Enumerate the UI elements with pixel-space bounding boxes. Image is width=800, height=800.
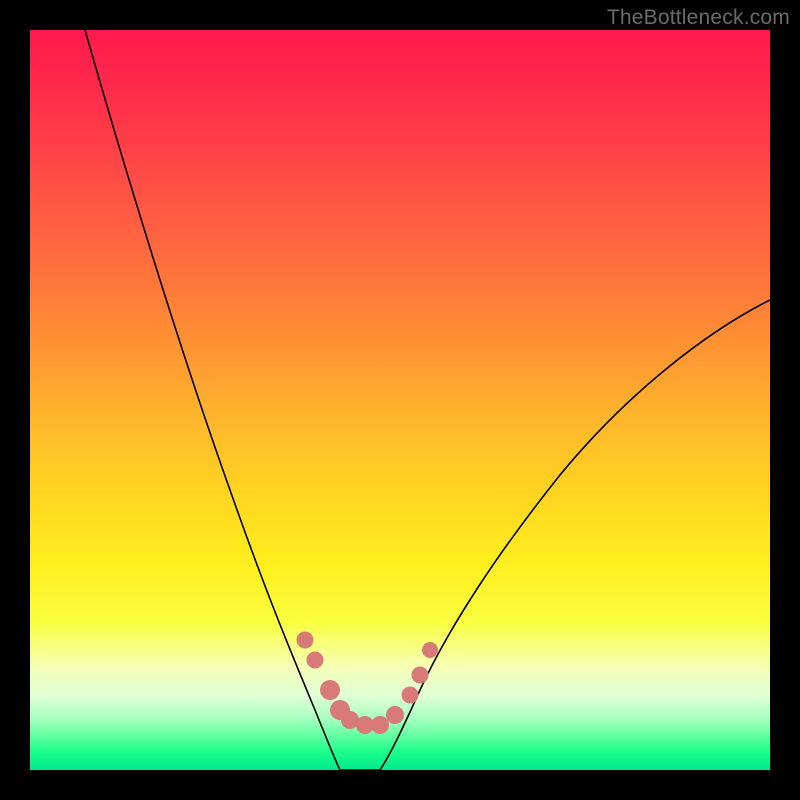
bead-left-4: [320, 680, 340, 700]
bead-right-1: [386, 706, 404, 724]
watermark-text: TheBottleneck.com: [607, 6, 790, 30]
bead-left-2: [297, 632, 314, 649]
curve-left-branch: [85, 30, 340, 770]
bead-floor-3: [371, 716, 389, 734]
bead-left-3: [307, 652, 324, 669]
bead-right-2: [402, 687, 419, 704]
bead-right-3: [412, 667, 429, 684]
chart-svg: [30, 30, 770, 770]
curve-right-branch: [380, 300, 770, 770]
bead-right-4: [422, 642, 438, 658]
